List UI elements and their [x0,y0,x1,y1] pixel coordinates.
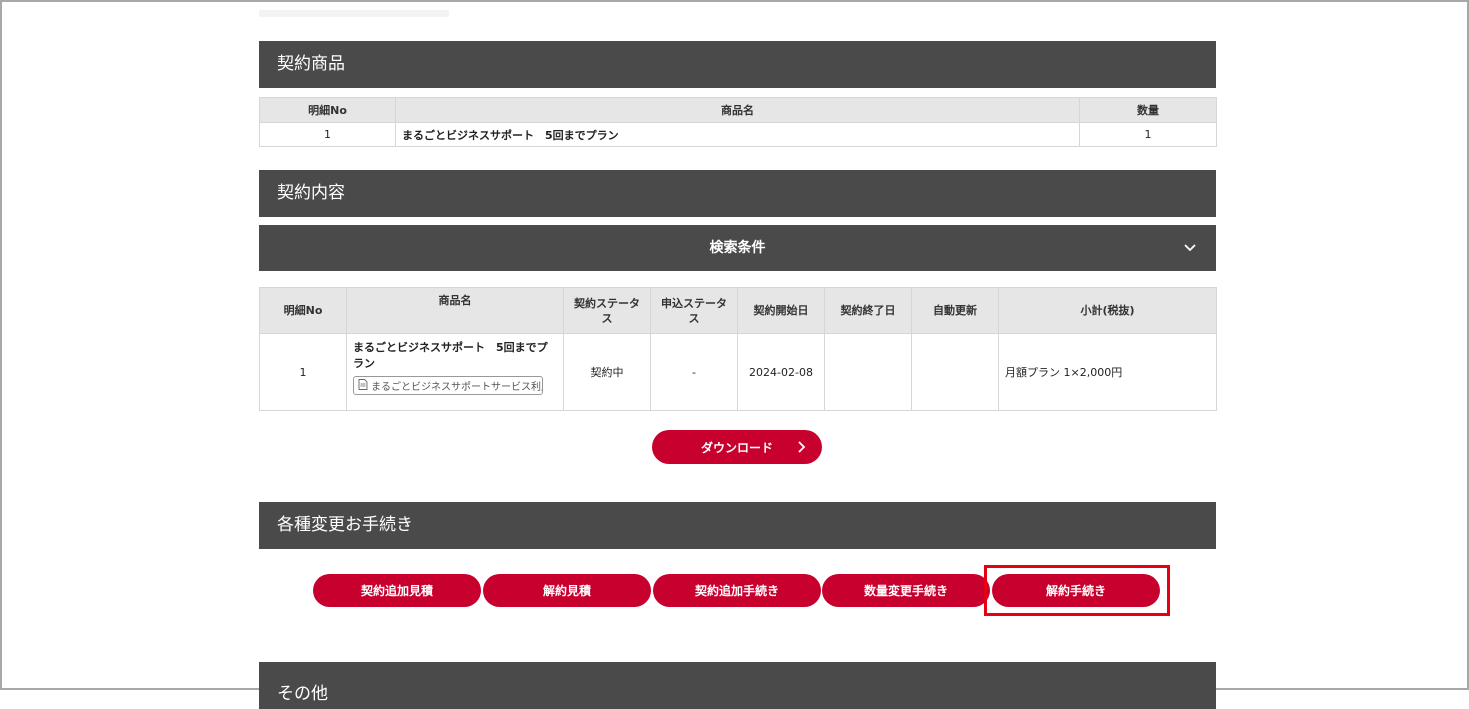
col-auto-renew: 自動更新 [911,287,999,334]
contract-products-header: 契約商品 [259,41,1216,88]
top-scroll-remnant [259,10,449,17]
search-conditions-toggle[interactable]: 検索条件 [259,225,1216,271]
contract-details-title: 契約内容 [277,183,345,203]
cell-product-name: まるごとビジネスサポート 5回までプラン まるごとビジネスサポートサービス利用… [346,333,564,411]
other-title: その他 [277,684,328,704]
highlight-box [984,565,1170,616]
button-label: 数量変更手続き [863,584,948,598]
cell-auto-renew [911,333,999,411]
cell-subtotal: 月額プラン 1×2,000円 [998,333,1217,411]
col-start-date: 契約開始日 [737,287,825,334]
product-document-link[interactable]: まるごとビジネスサポートサービス利用… [353,376,543,395]
contract-products-title: 契約商品 [277,54,345,74]
col-detail-no: 明細No [259,97,396,123]
download-button[interactable]: ダウンロード [652,430,822,464]
table-row: 1 まるごとビジネスサポート 5回までプラン 1 [259,122,1217,147]
download-label: ダウンロード [700,440,773,455]
chevron-down-icon [1182,225,1198,271]
procedures-header: 各種変更お手続き [259,502,1216,549]
document-link-label: まるごとビジネスサポートサービス利用… [371,382,543,393]
col-detail-no: 明細No [259,287,347,334]
button-label: 解約見積 [542,584,591,598]
search-conditions-title: 検索条件 [709,240,766,256]
contract-products-table: 明細No 商品名 数量 1 まるごとビジネスサポート 5回までプラン 1 [259,97,1217,147]
cell-start-date: 2024-02-08 [737,333,825,411]
table-row: 1 まるごとビジネスサポート 5回までプラン まるごとビジネスサポートサービス利… [259,333,1217,411]
button-label: 契約追加手続き [694,584,779,598]
col-contract-status: 契約ステータス [563,287,651,334]
contract-details-table: 明細No 商品名 契約ステータス 申込ステータス 契約開始日 契約終了日 自動更… [259,287,1217,411]
add-contract-procedure-button[interactable]: 契約追加手続き [653,574,821,607]
col-subtotal: 小計(税抜) [998,287,1217,334]
cancellation-estimate-button[interactable]: 解約見積 [483,574,651,607]
quantity-change-procedure-button[interactable]: 数量変更手続き [822,574,990,607]
procedures-title: 各種変更お手続き [277,515,413,535]
cell-application-status: - [650,333,738,411]
cell-detail-no: 1 [259,333,347,411]
table-header-row: 明細No 商品名 数量 [259,97,1217,123]
cell-contract-status: 契約中 [563,333,651,411]
col-product-name: 商品名 [395,97,1080,123]
chevron-right-icon [798,430,806,464]
col-product-name: 商品名 [346,287,564,334]
cell-detail-no: 1 [259,122,396,147]
table-header-row: 明細No 商品名 契約ステータス 申込ステータス 契約開始日 契約終了日 自動更… [259,287,1217,334]
document-icon [358,378,368,393]
col-application-status: 申込ステータス [650,287,738,334]
add-contract-estimate-button[interactable]: 契約追加見積 [313,574,481,607]
cell-end-date [824,333,912,411]
other-header: その他 [259,662,1216,709]
col-quantity: 数量 [1079,97,1217,123]
cell-quantity: 1 [1079,122,1217,147]
button-label: 契約追加見積 [360,584,433,598]
product-name-text: まるごとビジネスサポート 5回までプラン [353,341,548,370]
cell-product-name: まるごとビジネスサポート 5回までプラン [395,122,1080,147]
contract-details-header: 契約内容 [259,170,1216,217]
col-end-date: 契約終了日 [824,287,912,334]
